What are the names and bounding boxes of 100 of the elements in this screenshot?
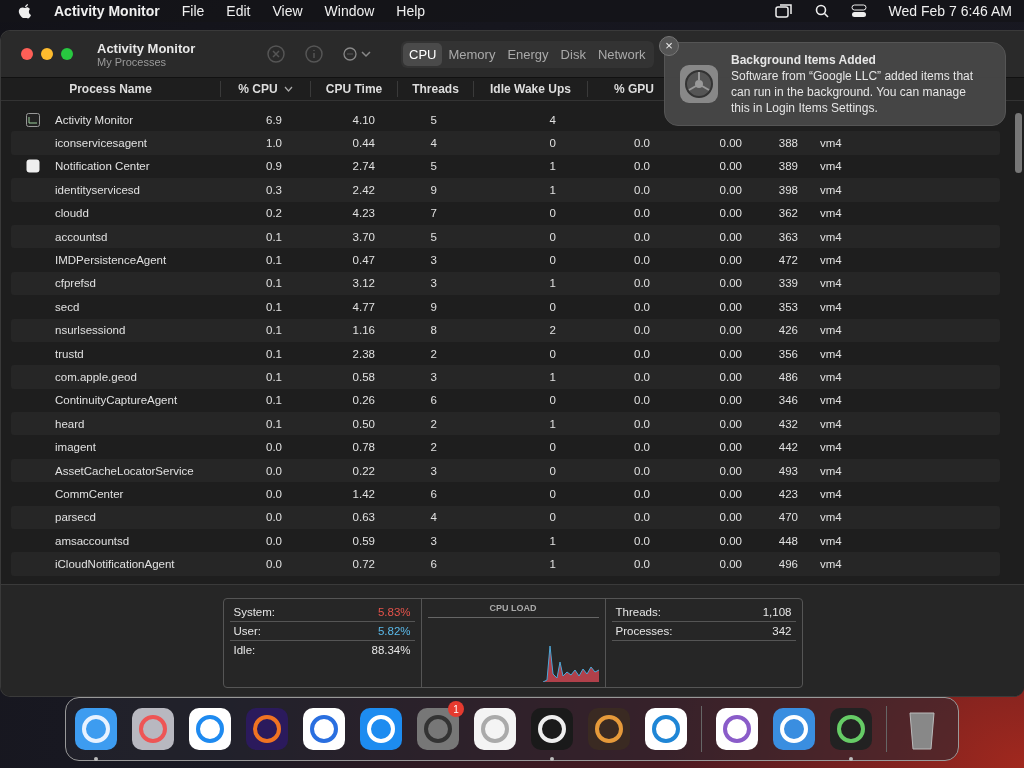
menu-clock[interactable]: Wed Feb 7 6:46 AM bbox=[888, 3, 1012, 19]
menu-item[interactable]: Edit bbox=[226, 3, 251, 19]
more-actions-button[interactable] bbox=[343, 47, 373, 61]
menu-item[interactable]: Window bbox=[324, 3, 375, 19]
column-header[interactable]: % CPU bbox=[221, 81, 311, 97]
view-tab[interactable]: Energy bbox=[501, 42, 555, 66]
thread-count: 9 bbox=[429, 300, 437, 313]
cpu-percent: 0.2 bbox=[265, 207, 282, 220]
idle-wake-ups: 2 bbox=[548, 324, 556, 337]
process-row[interactable]: accountsd 0.1 3.70 5 0 0.0 0.00 363 vm4 bbox=[11, 224, 1000, 249]
cpu-percent: 0.1 bbox=[265, 394, 282, 407]
gpu-percent: 0.0 bbox=[633, 254, 650, 267]
view-tab[interactable]: Network bbox=[591, 42, 652, 66]
cpu-percent: 0.1 bbox=[265, 300, 282, 313]
thread-count: 2 bbox=[429, 347, 437, 360]
idle-wake-ups: 1 bbox=[548, 183, 556, 196]
idle-wake-ups: 1 bbox=[548, 160, 556, 173]
process-name: Activity Monitor bbox=[55, 113, 134, 126]
minimize-window-button[interactable] bbox=[41, 48, 53, 60]
gpu-time: 0.00 bbox=[718, 137, 742, 150]
control-center-icon[interactable] bbox=[850, 4, 867, 18]
apple-logo-icon[interactable] bbox=[18, 3, 32, 19]
cpu-time: 1.16 bbox=[351, 324, 375, 337]
process-row[interactable]: amsaccountsd 0.0 0.59 3 1 0.0 0.00 448 vm4 bbox=[11, 529, 1000, 553]
app-menu[interactable]: Activity Monitor bbox=[54, 3, 160, 19]
process-row[interactable]: IMDPersistenceAgent 0.1 0.47 3 0 0.0 0.00 472 vm4 bbox=[11, 248, 1000, 272]
process-id: 339 bbox=[777, 277, 798, 290]
process-row[interactable]: cfprefsd 0.1 3.12 3 1 0.0 0.00 339 vm4 bbox=[11, 271, 1000, 296]
process-name: secd bbox=[55, 300, 81, 313]
scrollbar-thumb[interactable] bbox=[1015, 113, 1022, 173]
user-name: vm4 bbox=[820, 300, 842, 313]
process-row[interactable]: secd 0.1 4.77 9 0 0.0 0.00 353 vm4 bbox=[11, 295, 1000, 319]
cpu-time: 0.50 bbox=[351, 417, 375, 430]
process-row[interactable]: ContinuityCaptureAgent 0.1 0.26 6 0 0.0 0.00 346 vm4 bbox=[11, 388, 1000, 413]
process-row[interactable]: com.apple.geod 0.1 0.58 3 1 0.0 0.00 486 vm4 bbox=[11, 365, 1000, 389]
menu-item[interactable]: File bbox=[181, 3, 205, 19]
activity-monitor-icon bbox=[26, 112, 40, 127]
zoom-window-button[interactable] bbox=[61, 48, 73, 60]
cpu-time: 0.47 bbox=[351, 254, 375, 267]
cpu-time: 4.10 bbox=[351, 113, 375, 126]
menu-item[interactable]: View bbox=[272, 3, 303, 19]
user-name: vm4 bbox=[820, 254, 842, 267]
process-row[interactable]: heard 0.1 0.50 2 1 0.0 0.00 432 vm4 bbox=[11, 412, 1000, 436]
gpu-time: 0.00 bbox=[718, 277, 742, 290]
process-row[interactable]: identityservicesd 0.3 2.42 9 1 0.0 0.00 398 vm4 bbox=[11, 178, 1000, 202]
cpu-percent: 0.1 bbox=[265, 230, 282, 243]
cpu-time: 0.26 bbox=[351, 394, 375, 407]
gpu-time: 0.00 bbox=[718, 300, 742, 313]
thread-count: 6 bbox=[429, 558, 437, 571]
idle-wake-ups: 0 bbox=[548, 254, 556, 267]
user-name: vm4 bbox=[820, 324, 842, 337]
view-tab[interactable]: CPU bbox=[403, 42, 443, 66]
thread-count: 3 bbox=[429, 464, 437, 477]
column-header[interactable]: Threads bbox=[398, 81, 474, 97]
screens-icon[interactable] bbox=[774, 4, 793, 18]
gpu-percent: 0.0 bbox=[633, 558, 650, 571]
process-row[interactable]: CommCenter 0.0 1.42 6 0 0.0 0.00 423 vm4 bbox=[11, 482, 1000, 506]
user-name: vm4 bbox=[820, 371, 842, 383]
user-name: vm4 bbox=[820, 183, 842, 196]
notification-message: Software from “Google LLC” added items that can run in the background. You can manage this in Login Items Settings. bbox=[731, 68, 975, 116]
process-row[interactable]: parsecd 0.0 0.63 4 0 0.0 0.00 470 vm4 bbox=[11, 505, 1000, 530]
process-row[interactable]: AssetCacheLocatorService 0.0 0.22 3 0 0.0 0.00 493 vm4 bbox=[11, 458, 1000, 483]
process-row[interactable]: trustd 0.1 2.38 2 0 0.0 0.00 356 vm4 bbox=[11, 341, 1000, 366]
cpu-percent: 1.0 bbox=[265, 137, 282, 150]
stat-value: 5.83% bbox=[377, 606, 411, 618]
stat-value: 342 bbox=[772, 625, 792, 637]
chart-title: CPU LOAD bbox=[427, 603, 599, 618]
gpu-time: 0.00 bbox=[718, 324, 742, 337]
process-id: 486 bbox=[777, 371, 798, 383]
gpu-percent: 0.0 bbox=[633, 417, 650, 430]
gpu-percent: 0.0 bbox=[633, 394, 650, 407]
thread-count: 6 bbox=[429, 394, 437, 407]
process-row[interactable]: Notification Center 0.9 2.74 5 1 0.0 0.00 389 vm4 bbox=[11, 154, 1000, 179]
process-name: amsaccountsd bbox=[55, 534, 131, 547]
cpu-time: 4.23 bbox=[351, 207, 375, 220]
gpu-time: 0.00 bbox=[718, 441, 742, 454]
process-name: iconservicesagent bbox=[55, 137, 149, 150]
process-row[interactable]: iconservicesagent 1.0 0.44 4 0 0.0 0.00 388 vm4 bbox=[11, 131, 1000, 155]
user-name: vm4 bbox=[820, 394, 842, 407]
process-row[interactable]: imagent 0.0 0.78 2 0 0.0 0.00 442 vm4 bbox=[11, 435, 1000, 459]
column-header[interactable]: Process Name bbox=[1, 81, 221, 97]
column-header[interactable]: CPU Time bbox=[311, 81, 398, 97]
menu-item[interactable]: Help bbox=[396, 3, 426, 19]
column-header[interactable]: Idle Wake Ups bbox=[474, 81, 588, 97]
cpu-time: 0.58 bbox=[351, 371, 375, 383]
thread-count: 3 bbox=[429, 254, 437, 267]
gpu-percent: 0.0 bbox=[633, 371, 650, 383]
view-tab[interactable]: Memory bbox=[442, 42, 502, 66]
idle-wake-ups: 0 bbox=[548, 464, 556, 477]
process-name: AssetCacheLocatorService bbox=[55, 464, 195, 477]
process-row[interactable]: cloudd 0.2 4.23 7 0 0.0 0.00 362 vm4 bbox=[11, 201, 1000, 225]
close-window-button[interactable] bbox=[21, 48, 33, 60]
idle-wake-ups: 1 bbox=[548, 534, 556, 547]
view-tab[interactable]: Disk bbox=[554, 42, 592, 66]
gpu-time: 0.00 bbox=[718, 254, 742, 267]
process-id: 362 bbox=[777, 207, 798, 220]
process-name: com.apple.geod bbox=[55, 371, 138, 383]
process-row[interactable]: iCloudNotificationAgent 0.0 0.72 6 1 0.0 0.00 496 vm4 bbox=[11, 552, 1000, 576]
process-row[interactable]: nsurlsessiond 0.1 1.16 8 2 0.0 0.00 426 vm4 bbox=[11, 318, 1000, 342]
search-icon[interactable] bbox=[814, 4, 829, 18]
